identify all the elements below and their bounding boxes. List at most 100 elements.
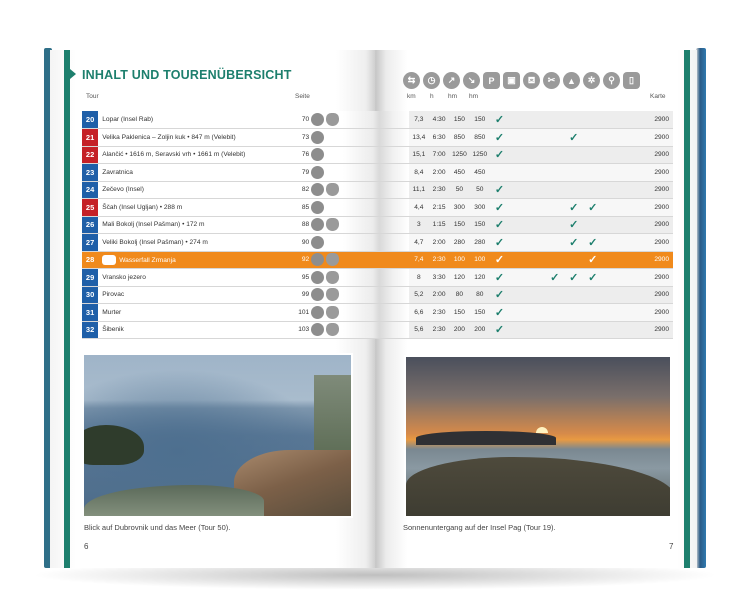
check-cell: ✓ (490, 268, 509, 287)
tour-badges (311, 163, 344, 182)
check-cell: ✓ (564, 198, 584, 217)
tour-badges (311, 181, 344, 199)
check-cell (527, 163, 546, 182)
tour-map: 2900 (638, 251, 673, 269)
check-cell (583, 286, 603, 304)
check-cell: ✓ (545, 268, 565, 287)
check-cell (509, 181, 528, 199)
caption-left: Blick auf Dubrovnik und das Meer (Tour 5… (84, 523, 231, 532)
check-cell (509, 198, 528, 217)
tour-badges (311, 251, 344, 269)
tour-badges (311, 216, 344, 234)
difficulty-icon (311, 183, 325, 197)
column-header-hm-down: hm (469, 93, 479, 100)
phone-icon: ▯ (623, 72, 640, 89)
checkmark-icon: ✓ (494, 201, 505, 214)
check-cell (509, 163, 528, 182)
tour-name: Mali Bokolj (Insel Pašman) • 172 m (98, 216, 295, 234)
check-cell (583, 321, 603, 339)
tour-descent: 200 (469, 321, 491, 339)
tour-name: Vransko jezero (98, 268, 295, 287)
check-cell (564, 146, 584, 164)
tour-name: Velika Paklenica – Zoljin kuk • 847 m (V… (98, 128, 295, 147)
check-cell: ✓ (583, 198, 603, 217)
photo-sunset-pag (404, 355, 672, 518)
column-header-hm-up: hm (448, 93, 458, 100)
check-cell (509, 321, 528, 339)
check-cell (602, 216, 621, 234)
tour-hours: 4:30 (428, 111, 450, 129)
bus-icon: ▣ (503, 72, 520, 89)
check-cell (564, 321, 584, 339)
tour-map: 2900 (638, 163, 673, 182)
check-cell: ✓ (490, 286, 509, 304)
check-cell (509, 146, 528, 164)
page-fold (343, 268, 409, 287)
check-cell (620, 163, 639, 182)
tour-map: 2900 (638, 128, 673, 147)
tour-hours: 2:30 (428, 321, 450, 339)
page-fold (343, 163, 409, 182)
check-cell (545, 251, 565, 269)
check-cell (620, 181, 639, 199)
check-cell: ✓ (583, 233, 603, 252)
right-accent-bar (684, 50, 690, 568)
tour-name: Veliki Bokolj (Insel Pašman) • 274 m (98, 233, 295, 252)
tour-km: 7,3 (408, 111, 429, 129)
tour-descent: 300 (469, 198, 491, 217)
check-cell: ✓ (490, 181, 509, 199)
page-number-left: 6 (84, 542, 89, 551)
table-row: 24 Zečevo (Insel) 82 11,1 2:30 50 50 ✓ 2900 (82, 181, 673, 199)
check-cell (602, 111, 621, 129)
tour-descent: 150 (469, 303, 491, 322)
check-cell (564, 181, 584, 199)
checkmark-icon: ✓ (494, 289, 505, 302)
tour-badges (311, 321, 344, 339)
checkmark-icon: ✓ (588, 236, 598, 249)
left-accent-bar (64, 50, 70, 568)
check-cell (527, 321, 546, 339)
tour-km: 4,4 (408, 198, 429, 217)
tour-page: 101 (294, 303, 312, 322)
checkmark-icon: ✓ (494, 254, 505, 267)
checkmark-icon: ✓ (494, 324, 505, 337)
tour-name-text: Vransko jezero (102, 273, 146, 281)
tour-hours: 2:15 (428, 198, 450, 217)
check-cell (527, 233, 546, 252)
page-fold (343, 303, 409, 322)
tour-ascent: 300 (449, 198, 470, 217)
check-cell: ✓ (564, 216, 584, 234)
table-row: 25 Ščah (Insel Ugljan) • 288 m 85 4,4 2:15 30… (82, 198, 673, 217)
tour-page: 88 (294, 216, 312, 234)
family-bear-icon (326, 305, 340, 319)
tour-page: 103 (294, 321, 312, 339)
tour-name-text: Zavratnica (102, 168, 133, 176)
check-cell (545, 111, 565, 129)
tour-badges (311, 198, 344, 217)
check-cell (602, 198, 621, 217)
tour-ascent: 120 (449, 268, 470, 287)
difficulty-icon (311, 200, 325, 214)
check-cell: ✓ (564, 128, 584, 147)
check-cell (583, 111, 603, 129)
tour-number: 26 (82, 216, 99, 234)
check-cell (602, 303, 621, 322)
check-cell (602, 128, 621, 147)
check-cell (620, 233, 639, 252)
check-cell (509, 216, 528, 234)
family-bear-icon (326, 288, 340, 302)
table-row: 32 Šibenik 103 5,6 2:30 200 200 ✓ 2900 (82, 321, 673, 339)
tour-hours: 2:30 (428, 181, 450, 199)
tour-badges (311, 111, 344, 129)
check-cell (602, 181, 621, 199)
tour-descent: 80 (469, 286, 491, 304)
difficulty-icon (311, 288, 325, 302)
tour-page: 85 (294, 198, 312, 217)
tour-number: 20 (82, 111, 99, 129)
tour-number: 31 (82, 303, 99, 322)
column-header-h: h (430, 93, 434, 100)
page-fold (343, 233, 409, 252)
tour-km: 5,2 (408, 286, 429, 304)
tour-name: Wasserfall Zrmanja (98, 251, 295, 269)
check-cell (545, 286, 565, 304)
